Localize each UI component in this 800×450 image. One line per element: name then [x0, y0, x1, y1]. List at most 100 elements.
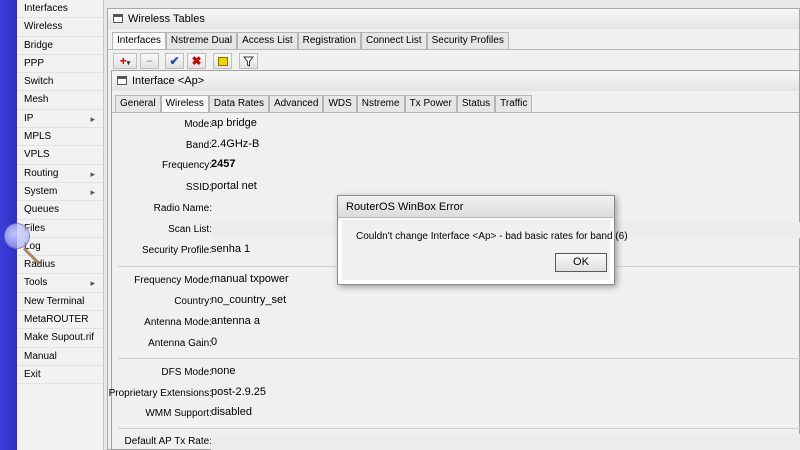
sidebar-item-interfaces[interactable]: Interfaces — [17, 0, 103, 19]
antenna-gain-row: Antenna Gain: — [112, 336, 212, 352]
window-title: Wireless Tables — [128, 13, 205, 25]
comment-icon — [217, 57, 228, 66]
tab-status[interactable]: Status — [456, 95, 496, 112]
window-icon — [113, 14, 123, 23]
antenna-gain-field[interactable]: 0 — [211, 336, 800, 352]
dropdown-arrow-icon: ▾ — [126, 60, 131, 67]
minus-icon: − — [145, 54, 153, 68]
proprietary-extensions-row: Proprietary Extensions: — [109, 386, 212, 402]
ssid-label: SSID: — [185, 182, 212, 193]
wmm-support-row: WMM Support: — [112, 406, 212, 422]
divider — [118, 428, 800, 429]
frequency-row: Frequency: — [112, 158, 212, 174]
country-select[interactable]: no_country_set — [211, 294, 800, 310]
country-row: Country: — [112, 294, 212, 310]
country-label: Country: — [174, 296, 212, 307]
tab-traffic[interactable]: Traffic — [495, 95, 533, 112]
dfs-mode-row: DFS Mode: — [112, 365, 212, 381]
sidebar-item-label: Radius — [24, 259, 56, 271]
wireless-tables-tabs: Interfaces Nstreme Dual Access List Regi… — [108, 32, 799, 50]
tab-security-profiles[interactable]: Security Profiles — [426, 32, 509, 49]
antenna-mode-row: Antenna Mode: — [112, 315, 212, 331]
interface-dialog-titlebar[interactable]: Interface <Ap> — [112, 71, 799, 91]
scan-list-label: Scan List: — [168, 224, 212, 235]
sidebar-item-label: Wireless — [24, 21, 63, 33]
tab-wireless[interactable]: Wireless — [160, 95, 209, 112]
sidebar-item-mesh[interactable]: Mesh — [17, 91, 103, 110]
band-row: Band: — [112, 138, 212, 154]
proprietary-extensions-select[interactable]: post-2.9.25 — [211, 386, 800, 402]
error-dialog: RouterOS WinBox Error Couldn't change In… — [337, 195, 628, 285]
mode-row: Mode: — [112, 117, 212, 133]
frequency-label: Frequency: — [161, 160, 212, 171]
sidebar-item-label: Bridge — [24, 39, 53, 51]
tab-nstreme-dual[interactable]: Nstreme Dual — [165, 32, 238, 49]
window-icon — [117, 76, 127, 85]
scan-list-row: Scan List: — [112, 222, 212, 238]
proprietary-extensions-label: Proprietary Extensions: — [108, 388, 212, 399]
dfs-mode-label: DFS Mode: — [161, 367, 212, 378]
tab-general[interactable]: General — [115, 95, 161, 112]
tab-connect-list[interactable]: Connect List — [361, 32, 427, 49]
ssid-row: SSID: — [112, 180, 212, 196]
tab-nstreme[interactable]: Nstreme — [356, 95, 405, 112]
tab-access-list[interactable]: Access List — [237, 32, 298, 49]
sidebar-item-label: Interfaces — [24, 3, 68, 14]
sidebar-item-bridge[interactable]: Bridge — [17, 37, 103, 55]
x-icon: ✖ — [191, 54, 202, 68]
band-label: Band: — [185, 140, 212, 151]
antenna-mode-select[interactable]: antenna a — [211, 315, 800, 331]
cursor-magnifier-icon — [4, 223, 30, 249]
tab-data-rates[interactable]: Data Rates — [208, 95, 269, 112]
frequency-mode-label: Frequency Mode: — [134, 275, 212, 286]
check-icon: ✔ — [169, 54, 180, 68]
sidebar-item-ppp[interactable]: PPP — [17, 55, 103, 74]
wmm-support-label: WMM Support: — [145, 408, 212, 419]
filter-icon — [242, 56, 255, 67]
sidebar-item-label: Switch — [24, 76, 54, 88]
wireless-tables-toolbar: +▾ − ✔ ✖ — [108, 50, 799, 72]
tab-tx-power[interactable]: Tx Power — [404, 95, 457, 112]
security-profile-row: Security Profile: — [112, 243, 212, 259]
remove-button[interactable]: − — [140, 53, 159, 69]
tab-advanced[interactable]: Advanced — [268, 95, 324, 112]
enable-button[interactable]: ✔ — [165, 53, 184, 69]
sidebar-item-label: Mesh — [24, 94, 49, 106]
frequency-select[interactable]: 2457 — [211, 158, 800, 174]
tab-wds[interactable]: WDS — [323, 95, 357, 112]
add-button[interactable]: +▾ — [113, 53, 137, 69]
ok-button[interactable]: OK — [555, 253, 607, 272]
antenna-gain-label: Antenna Gain: — [148, 338, 212, 349]
default-ap-tx-rate-row: Default AP Tx Rate: — [112, 434, 212, 450]
default-ap-tx-rate-field[interactable] — [211, 434, 800, 450]
default-ap-tx-rate-label: Default AP Tx Rate: — [124, 436, 212, 447]
filter-button[interactable] — [239, 53, 258, 69]
radio-name-row: Radio Name: — [112, 201, 212, 217]
mode-select[interactable]: ap bridge — [211, 117, 800, 133]
disable-button[interactable]: ✖ — [187, 53, 206, 69]
band-select[interactable]: 2.4GHz-B — [211, 138, 800, 154]
ssid-field[interactable]: portal net — [211, 180, 800, 196]
sidebar-item-wireless[interactable]: Wireless — [17, 18, 103, 37]
divider — [118, 358, 800, 359]
sidebar-item-switch[interactable]: Switch — [17, 73, 103, 92]
error-dialog-title[interactable]: RouterOS WinBox Error — [338, 196, 614, 218]
tab-interfaces[interactable]: Interfaces — [112, 32, 166, 49]
sidebar-item-label: Manual — [24, 350, 57, 362]
dfs-mode-select[interactable]: none — [211, 365, 800, 381]
plus-icon: + — [119, 54, 127, 68]
error-dialog-body: Couldn't change Interface <Ap> - bad bas… — [342, 220, 628, 280]
comment-button[interactable] — [213, 53, 232, 69]
dialog-title: Interface <Ap> — [132, 75, 205, 87]
tab-registration[interactable]: Registration — [297, 32, 361, 49]
error-message: Couldn't change Interface <Ap> - bad bas… — [356, 231, 628, 242]
radio-name-label: Radio Name: — [153, 203, 212, 214]
security-profile-label: Security Profile: — [141, 245, 212, 256]
sidebar-item-label: PPP — [24, 57, 45, 69]
mode-label: Mode: — [184, 119, 212, 130]
frequency-mode-row: Frequency Mode: — [112, 273, 212, 289]
antenna-mode-label: Antenna Mode: — [144, 317, 212, 328]
wmm-support-select[interactable]: disabled — [211, 406, 800, 422]
interface-dialog-tabs: General Wireless Data Rates Advanced WDS… — [112, 95, 799, 113]
wireless-tables-titlebar[interactable]: Wireless Tables — [108, 9, 799, 29]
